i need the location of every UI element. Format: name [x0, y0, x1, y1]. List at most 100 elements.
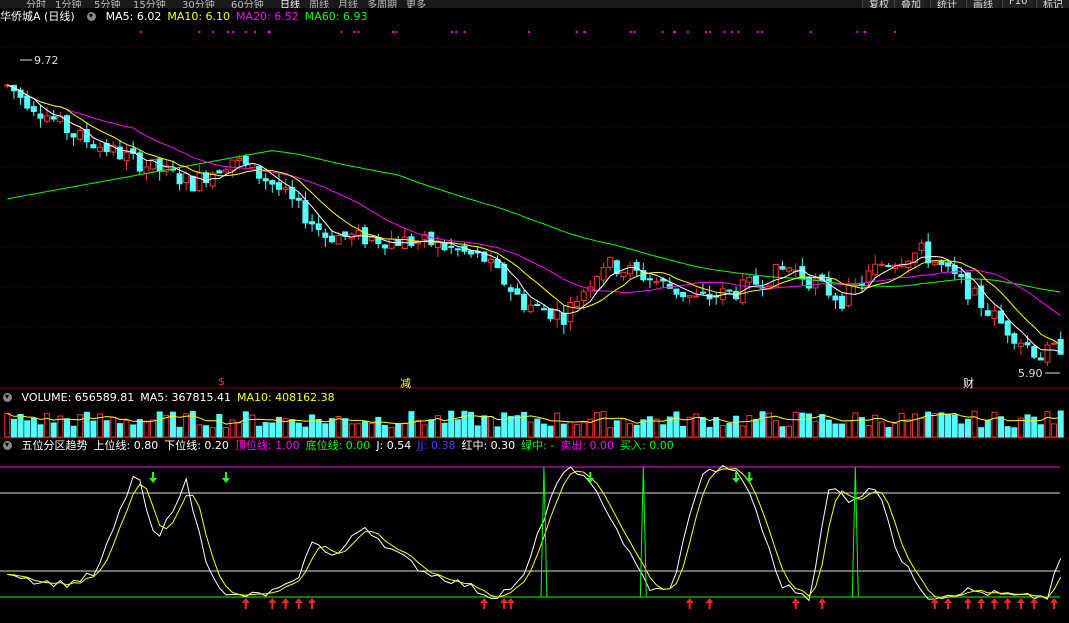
j-line	[7, 464, 1062, 602]
indicator-label-7: 红中: 0.30	[461, 439, 516, 452]
signal-dot	[340, 31, 343, 33]
period-tab-8[interactable]: 月线	[338, 0, 358, 8]
candle-body	[878, 263, 885, 266]
period-tab-4[interactable]: 30分钟	[182, 0, 215, 8]
volume-bar	[1044, 411, 1051, 438]
period-tab-2[interactable]: 5分钟	[94, 0, 120, 8]
candle-body	[772, 263, 779, 288]
dropdown-icon[interactable]	[3, 441, 12, 450]
signal-arrow	[930, 598, 939, 609]
period-tab-5[interactable]: 60分钟	[231, 0, 264, 8]
volume-bar	[1031, 416, 1038, 438]
volume-bar	[865, 425, 872, 438]
volume-bar	[719, 425, 726, 438]
period-tab-10[interactable]: 更多	[406, 0, 426, 8]
signal-arrow	[685, 598, 694, 609]
volume-bar	[77, 414, 84, 438]
volume-bar	[222, 426, 229, 438]
signal-dot	[232, 31, 235, 33]
period-tab-3[interactable]: 15分钟	[133, 0, 166, 8]
candle-body	[428, 231, 435, 246]
candle-body	[183, 173, 190, 184]
volume-bar	[375, 416, 382, 438]
candle-body	[468, 250, 475, 255]
signal-dot	[856, 31, 859, 33]
volume-bar	[540, 423, 547, 438]
volume-bar	[388, 426, 395, 438]
period-tab-9[interactable]: 多周期	[367, 0, 397, 8]
volume-chart[interactable]	[0, 403, 1069, 439]
signal-arrow	[241, 598, 250, 609]
volume-bar	[163, 414, 170, 438]
dropdown-icon[interactable]	[3, 393, 12, 402]
green-spike	[851, 466, 859, 598]
toolbar-button-4[interactable]: F10	[1002, 0, 1034, 8]
event-marker-reduce[interactable]: 减	[400, 375, 411, 391]
period-tab-0[interactable]: 分时	[26, 0, 46, 8]
candle-body	[70, 133, 77, 138]
candle-body	[554, 310, 561, 320]
event-marker-finance[interactable]: 财	[963, 375, 974, 391]
candle-body	[189, 175, 196, 192]
volume-bar	[289, 419, 296, 438]
signal-arrow	[268, 598, 277, 609]
volume-bar	[262, 422, 269, 438]
volume-bar	[428, 419, 435, 438]
toolbar-button-1[interactable]: 叠加	[894, 0, 927, 8]
volume-bar	[627, 423, 634, 438]
candle-body	[1011, 333, 1018, 344]
indicator-label-2: 下位线: 0.20	[164, 439, 229, 452]
candle-body	[686, 295, 693, 298]
volume-bar	[50, 422, 57, 438]
toolbar-button-3[interactable]: 画线	[966, 0, 999, 8]
candle-body	[593, 275, 600, 292]
volume-bar	[1024, 414, 1031, 438]
signal-dot	[267, 31, 270, 33]
signal-arrow	[480, 598, 489, 609]
volume-bar	[938, 412, 945, 438]
volume-bar	[931, 413, 938, 438]
candle-body	[779, 266, 786, 270]
period-tab-7[interactable]: 周线	[309, 0, 329, 8]
signal-dot	[661, 31, 664, 33]
indicator-info-bar: 五位分区趋势 上位线: 0.80 下位线: 0.20 顶位线: 1.00 底位线: 0.…	[0, 439, 686, 453]
period-tab-6[interactable]: 日线	[280, 0, 300, 8]
signal-dot	[673, 31, 676, 33]
volume-bar	[408, 411, 415, 438]
volume-bar	[295, 422, 302, 438]
candle-body	[752, 275, 759, 285]
indicator-label-3: 顶位线: 1.00	[234, 439, 300, 452]
volume-bar	[494, 426, 501, 438]
candle-body	[726, 289, 733, 292]
toolbar-button-0[interactable]: 复权	[862, 0, 895, 8]
volume-bar	[752, 419, 759, 438]
signal-arrow	[1030, 598, 1039, 609]
volume-bar	[951, 414, 958, 438]
volume-bar	[964, 418, 971, 438]
volume-bar	[381, 424, 388, 438]
toolbar-button-2[interactable]: 统计	[930, 0, 963, 8]
period-tab-1[interactable]: 1分钟	[55, 0, 81, 8]
volume-bar	[739, 425, 746, 438]
signal-dot	[737, 31, 740, 33]
candle-body	[786, 267, 793, 272]
signal-dot	[244, 31, 247, 33]
toolbar-button-5[interactable]: 标记	[1036, 0, 1069, 8]
candle-body	[865, 270, 872, 283]
volume-bar	[547, 425, 554, 438]
event-marker-dividend[interactable]: $	[218, 375, 225, 388]
candle-body	[269, 180, 276, 185]
volume-bar	[156, 411, 163, 438]
signal-dot	[583, 31, 586, 33]
volume-bar	[1037, 424, 1044, 438]
candle-body	[368, 236, 375, 242]
volume-bar	[315, 419, 322, 438]
indicator-chart[interactable]	[0, 453, 1069, 623]
volume-bar	[905, 419, 912, 438]
candle-body	[1031, 346, 1038, 358]
candle-body	[527, 304, 534, 313]
volume-bar	[1004, 426, 1011, 438]
candle-body	[97, 146, 104, 152]
volume-bar	[401, 422, 408, 438]
candlestick-chart[interactable]: 9.72 5.90	[0, 12, 1069, 390]
